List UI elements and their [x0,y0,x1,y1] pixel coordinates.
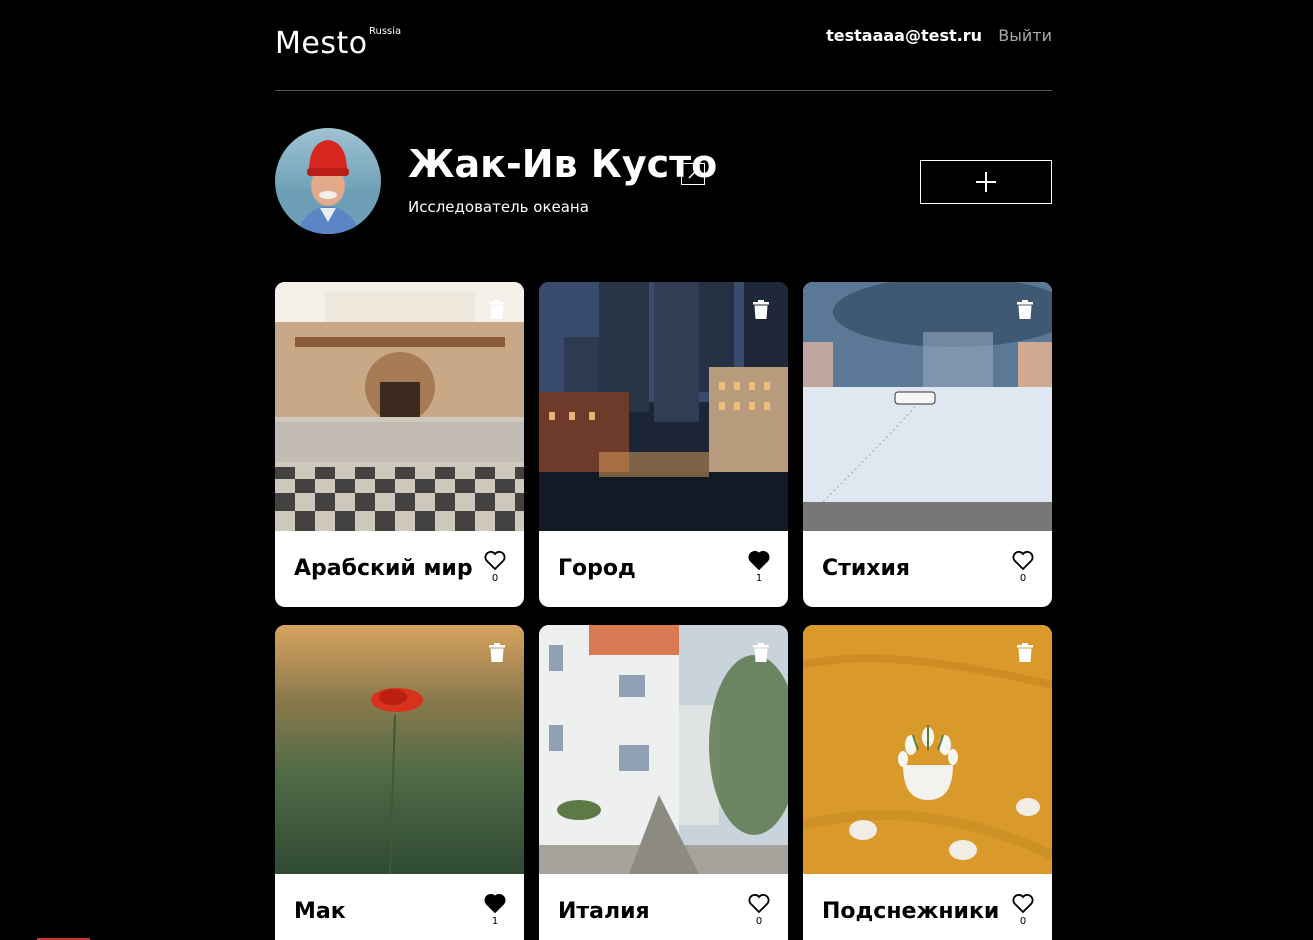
card: Стихия 0 [803,282,1052,607]
trash-icon[interactable] [752,300,770,319]
card-title: Мак [294,899,346,924]
card-title: Город [558,556,636,581]
logo: Mesto Russia [275,26,401,61]
card: Мак 1 [275,625,524,940]
logo-region: Russia [369,26,402,37]
card-footer: Мак 1 [275,874,524,940]
card: Город 1 [539,282,788,607]
card: Италия 0 [539,625,788,940]
heart-outline-icon[interactable] [1012,551,1034,570]
trash-icon[interactable] [488,300,506,319]
card-footer: Италия 0 [539,874,788,940]
card-title: Стихия [822,556,911,581]
like-count: 0 [1019,916,1027,927]
like-count: 1 [755,573,763,584]
heart-outline-icon[interactable] [748,894,770,913]
heart-filled-icon[interactable] [748,551,770,570]
logo-text: Mesto [275,26,368,61]
heart-outline-icon[interactable] [484,551,506,570]
user-email: testaaaa@test.ru [826,26,982,45]
card-footer: Арабский мир 0 [275,531,524,607]
trash-icon[interactable] [488,643,506,662]
like-count: 0 [755,916,763,927]
snowdrops-photo[interactable] [803,625,1052,874]
trash-icon[interactable] [1016,300,1034,319]
card: Арабский мир 0 [275,282,524,607]
like-group: 0 [1012,894,1034,927]
snow-storm-photo[interactable] [803,282,1052,531]
avatar[interactable] [275,128,381,234]
like-group: 0 [748,894,770,927]
plus-icon [976,172,996,192]
white-street-photo[interactable] [539,625,788,874]
page: Mesto Russia testaaaa@test.ru Выйти Жак-… [275,0,1052,940]
like-group: 0 [1012,551,1034,584]
like-group: 1 [748,551,770,584]
card-footer: Стихия 0 [803,531,1052,607]
poppy-field-photo[interactable] [275,625,524,874]
card: Подснежники 0 [803,625,1052,940]
logout-link[interactable]: Выйти [998,26,1052,45]
card-footer: Город 1 [539,531,788,607]
like-group: 0 [484,551,506,584]
heart-filled-icon[interactable] [484,894,506,913]
city-night-photo[interactable] [539,282,788,531]
heart-outline-icon[interactable] [1012,894,1034,913]
card-footer: Подснежники 0 [803,874,1052,940]
trash-icon[interactable] [1016,643,1034,662]
card-title: Подснежники [822,899,1000,924]
courtyard-photo[interactable] [275,282,524,531]
like-count: 0 [491,573,499,584]
cards-grid: Арабский мир 0 Город 1 Стихия 0 Мак 1 Ит… [275,282,1052,940]
pencil-icon [688,169,698,179]
header: Mesto Russia testaaaa@test.ru Выйти [275,0,1052,91]
trash-icon[interactable] [752,643,770,662]
card-title: Италия [558,899,650,924]
like-count: 1 [491,916,499,927]
add-card-button[interactable] [920,160,1052,204]
like-count: 0 [1019,573,1027,584]
edit-profile-button[interactable] [681,163,705,185]
profile-name: Жак-Ив Кусто [408,142,718,186]
like-group: 1 [484,894,506,927]
card-title: Арабский мир [294,556,473,581]
profile-about: Исследователь океана [408,198,589,216]
